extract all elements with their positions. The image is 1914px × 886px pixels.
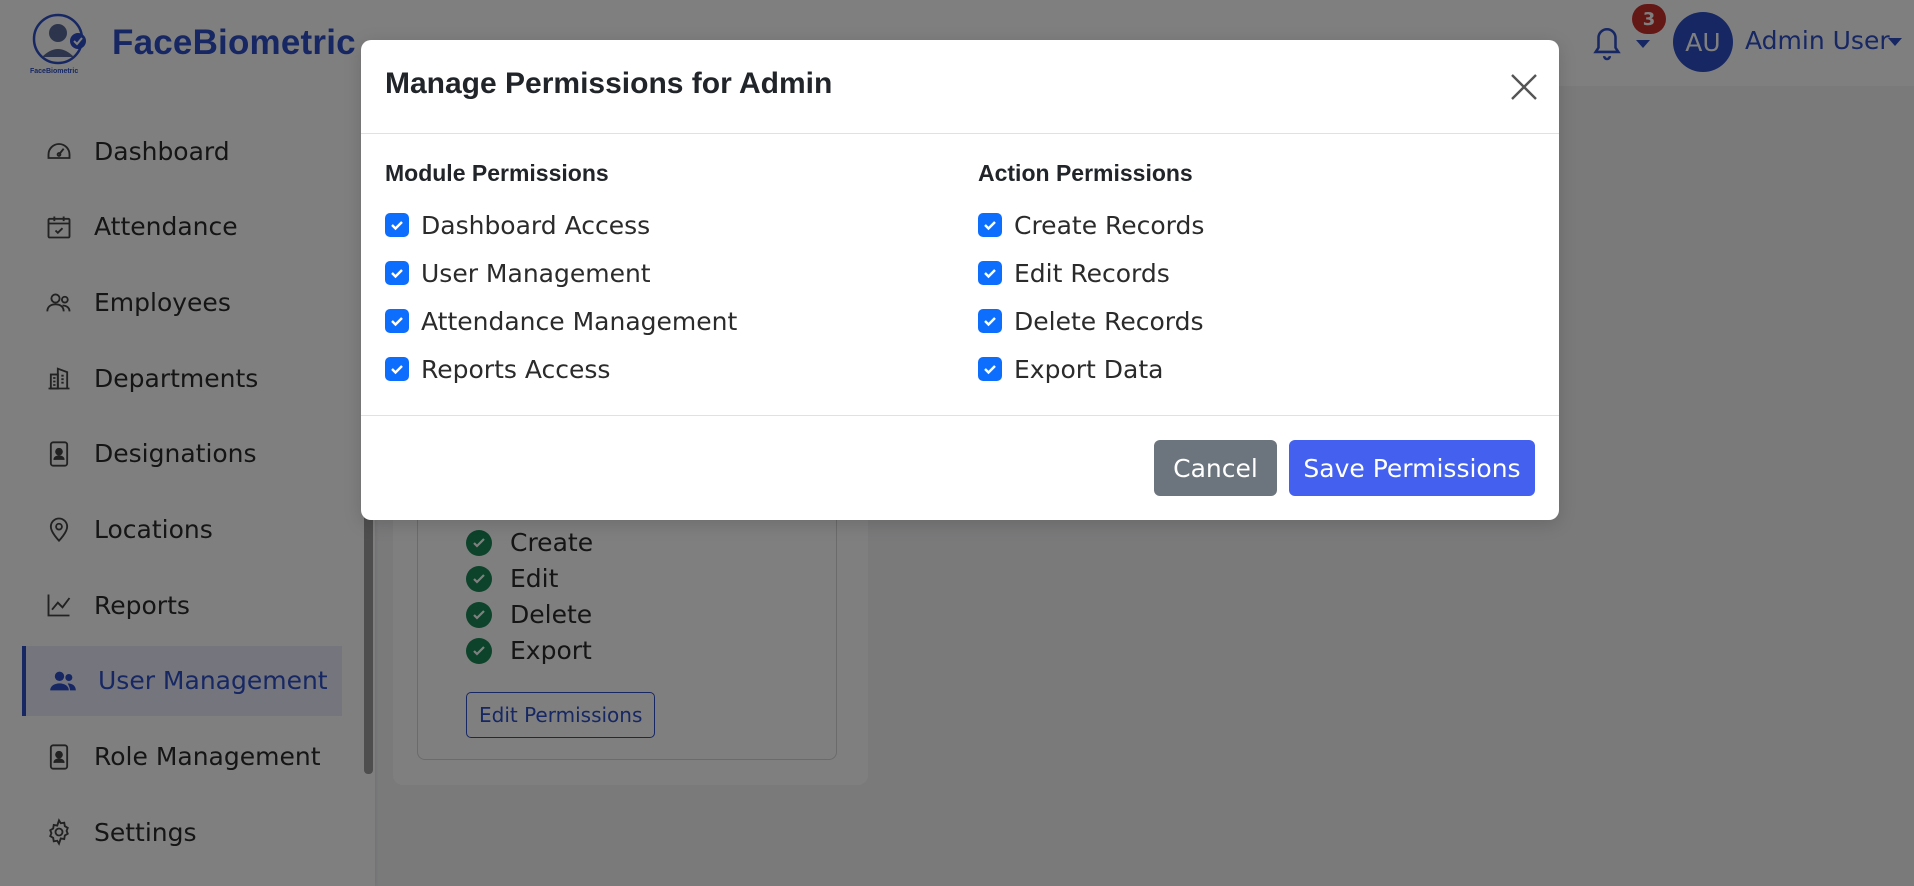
permission-user-management[interactable]: User Management [385, 249, 945, 297]
cancel-button[interactable]: Cancel [1154, 440, 1277, 496]
checkbox-label: Edit Records [1014, 258, 1170, 288]
permission-delete-records[interactable]: Delete Records [978, 297, 1538, 345]
modal-header: Manage Permissions for Admin [361, 40, 1559, 134]
checkbox-checked[interactable] [978, 309, 1002, 333]
checkbox-checked[interactable] [978, 213, 1002, 237]
module-permissions-column: Module Permissions Dashboard Access User… [385, 160, 945, 393]
checkbox-checked[interactable] [385, 309, 409, 333]
checkbox-label: User Management [421, 258, 651, 288]
checkbox-checked[interactable] [978, 261, 1002, 285]
permission-create-records[interactable]: Create Records [978, 201, 1538, 249]
checkbox-label: Export Data [1014, 354, 1164, 384]
checkbox-label: Attendance Management [421, 306, 738, 336]
action-permissions-column: Action Permissions Create Records Edit R… [978, 160, 1538, 393]
checkbox-checked[interactable] [385, 357, 409, 381]
action-permissions-title: Action Permissions [978, 160, 1193, 186]
checkbox-label: Delete Records [1014, 306, 1204, 336]
checkbox-label: Create Records [1014, 210, 1205, 240]
modal-body: Module Permissions Dashboard Access User… [361, 134, 1559, 416]
checkbox-label: Reports Access [421, 354, 611, 384]
manage-permissions-modal: Manage Permissions for Admin Module Perm… [361, 40, 1559, 520]
checkbox-checked[interactable] [978, 357, 1002, 381]
permission-reports-access[interactable]: Reports Access [385, 345, 945, 393]
modal-title: Manage Permissions for Admin [385, 67, 833, 100]
save-permissions-button[interactable]: Save Permissions [1289, 440, 1535, 496]
module-permissions-title: Module Permissions [385, 160, 609, 186]
modal-footer: Cancel Save Permissions [361, 416, 1559, 519]
permission-edit-records[interactable]: Edit Records [978, 249, 1538, 297]
checkbox-checked[interactable] [385, 213, 409, 237]
permission-export-data[interactable]: Export Data [978, 345, 1538, 393]
permission-attendance-management[interactable]: Attendance Management [385, 297, 945, 345]
checkbox-label: Dashboard Access [421, 210, 651, 240]
close-icon[interactable] [1507, 70, 1541, 104]
checkbox-checked[interactable] [385, 261, 409, 285]
permission-dashboard-access[interactable]: Dashboard Access [385, 201, 945, 249]
